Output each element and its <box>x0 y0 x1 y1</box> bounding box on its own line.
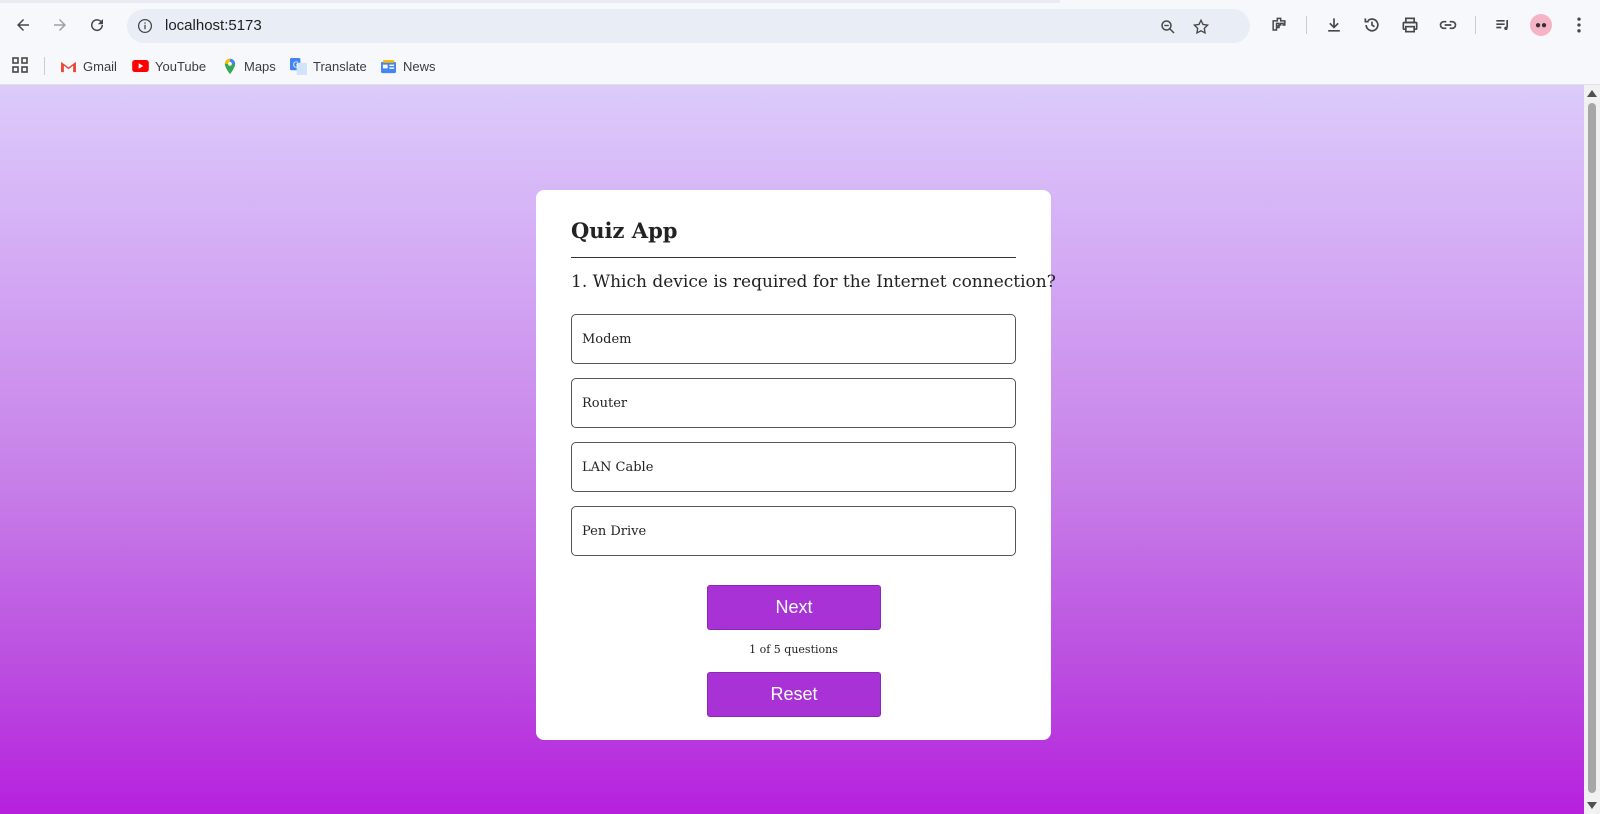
reload-button[interactable] <box>82 10 112 40</box>
page-viewport: Quiz App 1. Which device is required for… <box>0 85 1584 814</box>
bookmark-gmail[interactable]: Gmail <box>60 56 117 76</box>
scrollbar-thumb[interactable] <box>1588 103 1596 793</box>
reload-icon <box>91 19 104 32</box>
forward-button[interactable] <box>45 10 75 40</box>
site-info-icon[interactable] <box>135 16 155 36</box>
maps-icon <box>221 58 238 75</box>
next-button[interactable]: Next <box>707 585 881 630</box>
scroll-up-arrow-icon[interactable] <box>1587 90 1597 97</box>
bookmark-maps[interactable]: Maps <box>221 56 276 76</box>
print-icon[interactable] <box>1397 12 1423 38</box>
bookmarks-separator <box>44 57 45 75</box>
back-arrow-icon <box>17 19 29 31</box>
bookmarks-bar: Gmail YouTube Maps G Translate News <box>0 50 1600 85</box>
address-bar[interactable]: localhost:5173 <box>127 9 1250 43</box>
bookmark-label: Maps <box>244 58 276 74</box>
extensions-icon[interactable] <box>1266 12 1292 38</box>
loading-bar <box>0 0 1060 3</box>
bookmark-star-icon[interactable] <box>1190 16 1212 38</box>
glasses-icon: ●● <box>1534 19 1548 31</box>
bookmark-label: News <box>403 58 436 74</box>
quiz-card: Quiz App 1. Which device is required for… <box>536 190 1056 740</box>
question-progress: 1 of 5 questions <box>749 643 838 656</box>
bookmark-label: YouTube <box>155 58 207 74</box>
link-icon[interactable] <box>1435 12 1461 38</box>
profile-avatar[interactable]: ●● <box>1530 14 1552 36</box>
bookmark-translate[interactable]: G Translate <box>290 56 367 76</box>
back-button[interactable] <box>8 10 38 40</box>
url-text: localhost:5173 <box>165 17 262 34</box>
title-divider <box>571 257 1016 258</box>
question-text: 1. Which device is required for the Inte… <box>571 272 1056 292</box>
gmail-icon <box>60 58 77 75</box>
toolbar-separator <box>1475 16 1476 34</box>
apps-grid-icon[interactable] <box>11 56 29 74</box>
menu-kebab-icon[interactable] <box>1566 12 1592 38</box>
answer-option-2[interactable]: Router <box>571 378 1016 428</box>
option-label: Router <box>582 395 628 411</box>
translate-icon: G <box>290 57 307 75</box>
svg-text:G: G <box>293 60 299 69</box>
youtube-icon <box>132 58 149 75</box>
media-queue-icon[interactable] <box>1490 12 1516 38</box>
forward-arrow-icon <box>54 19 66 31</box>
option-label: Pen Drive <box>582 523 647 539</box>
option-label: LAN Cable <box>582 459 654 475</box>
page-title: Quiz App <box>571 218 678 243</box>
toolbar-separator <box>1306 16 1307 34</box>
bookmark-youtube[interactable]: YouTube <box>132 56 206 76</box>
news-icon <box>380 58 397 75</box>
answer-option-1[interactable]: Modem <box>571 314 1016 364</box>
reset-button[interactable]: Reset <box>707 672 881 717</box>
page-scrollbar[interactable] <box>1584 85 1600 814</box>
zoom-icon[interactable] <box>1157 16 1179 38</box>
scroll-down-arrow-icon[interactable] <box>1587 802 1597 809</box>
bookmark-label: Gmail <box>83 58 117 74</box>
answer-option-3[interactable]: LAN Cable <box>571 442 1016 492</box>
answer-option-4[interactable]: Pen Drive <box>571 506 1016 556</box>
browser-toolbar: localhost:5173 ●● <box>0 0 1600 50</box>
bookmark-news[interactable]: News <box>380 56 436 76</box>
download-icon[interactable] <box>1321 12 1347 38</box>
bookmark-label: Translate <box>313 58 367 74</box>
option-label: Modem <box>582 331 632 347</box>
history-icon[interactable] <box>1359 12 1385 38</box>
